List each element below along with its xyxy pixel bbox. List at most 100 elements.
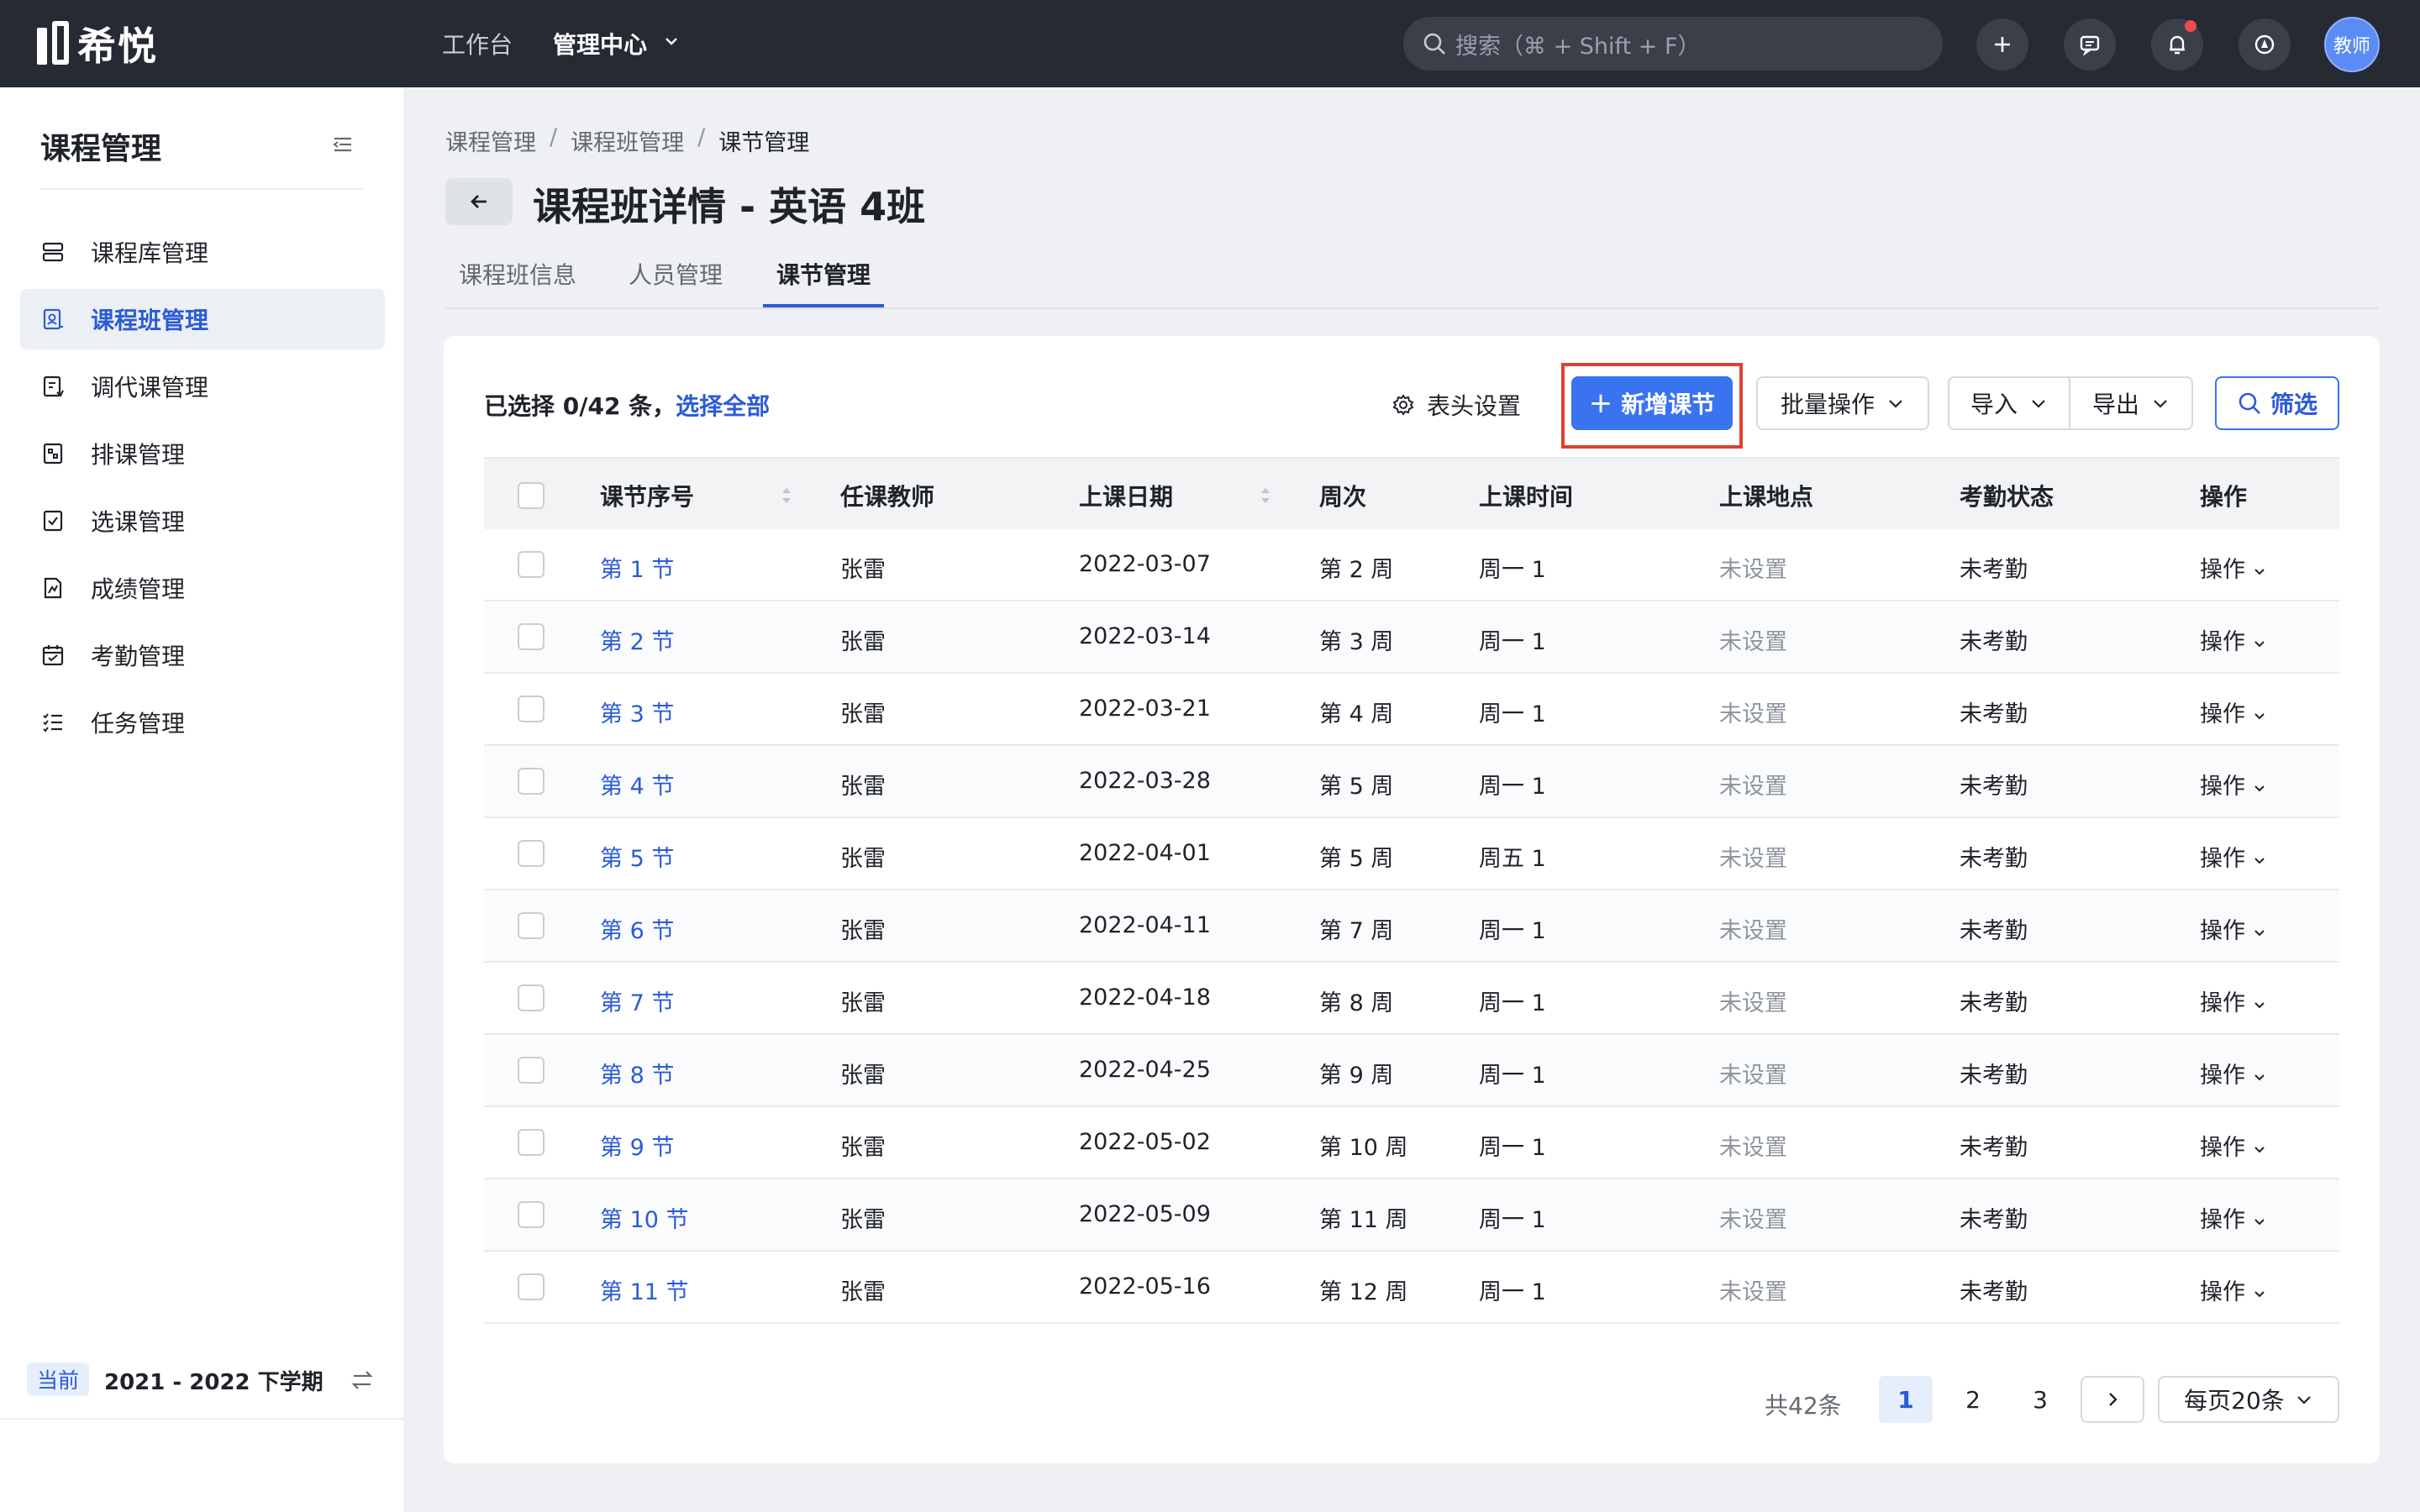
- action-dropdown[interactable]: 操作: [2200, 696, 2267, 728]
- teacher-cell: 张雷: [840, 1135, 886, 1161]
- notification-dot: [2185, 20, 2196, 32]
- action-dropdown[interactable]: 操作: [2200, 1273, 2267, 1306]
- lesson-number-link[interactable]: 第 4 节: [600, 768, 674, 801]
- chevron-right-icon: [2109, 1393, 2118, 1406]
- nav-management-center[interactable]: 管理中心: [553, 27, 647, 60]
- switch-term-icon[interactable]: [350, 1368, 375, 1393]
- column-header-attendance: 考勤状态: [1960, 483, 2054, 511]
- sidebar-item-grades[interactable]: 成绩管理: [20, 558, 385, 618]
- action-dropdown[interactable]: 操作: [2200, 840, 2267, 873]
- lesson-number-link[interactable]: 第 10 节: [600, 1201, 689, 1234]
- row-checkbox[interactable]: [518, 551, 544, 578]
- tab-class-info[interactable]: 课程班信息: [459, 257, 576, 291]
- lesson-number-link[interactable]: 第 11 节: [600, 1273, 689, 1306]
- back-button[interactable]: [445, 178, 513, 225]
- library-icon: [42, 242, 64, 262]
- sidebar-title: 课程管理: [40, 132, 162, 166]
- column-header-week: 周次: [1319, 483, 1367, 511]
- action-dropdown[interactable]: 操作: [2200, 1129, 2267, 1162]
- action-dropdown[interactable]: 操作: [2200, 1201, 2267, 1234]
- sidebar-item-class[interactable]: 课程班管理: [20, 289, 385, 349]
- sidebar-item-selection[interactable]: 选课管理: [20, 491, 385, 551]
- row-checkbox[interactable]: [518, 984, 544, 1011]
- page-1-button[interactable]: 1: [1879, 1376, 1933, 1423]
- attendance-cell: 未考勤: [1960, 990, 2028, 1016]
- notifications-button[interactable]: [2151, 18, 2203, 71]
- location-cell: 未设置: [1719, 629, 1787, 655]
- row-checkbox[interactable]: [518, 840, 544, 867]
- row-checkbox[interactable]: [518, 1057, 544, 1084]
- action-dropdown[interactable]: 操作: [2200, 912, 2267, 945]
- time-cell: 周一 1: [1479, 557, 1546, 583]
- action-dropdown[interactable]: 操作: [2200, 1057, 2267, 1089]
- chevron-down-icon: [2254, 712, 2265, 719]
- filter-button[interactable]: 筛选: [2215, 376, 2339, 430]
- lesson-number-link[interactable]: 第 8 节: [600, 1057, 674, 1089]
- divider: [0, 1418, 403, 1420]
- location-cell: 未设置: [1719, 846, 1787, 872]
- location-cell: 未设置: [1719, 557, 1787, 583]
- page-2-button[interactable]: 2: [1946, 1376, 2000, 1423]
- date-cell: 2022-03-21: [1079, 696, 1211, 722]
- header-settings-button[interactable]: 表头设置: [1392, 388, 1521, 422]
- messages-button[interactable]: [2064, 18, 2116, 71]
- row-checkbox[interactable]: [518, 623, 544, 650]
- search-input[interactable]: 搜索（⌘ + Shift + F）: [1403, 17, 1943, 71]
- export-button[interactable]: 导出: [2069, 376, 2193, 430]
- action-dropdown[interactable]: 操作: [2200, 623, 2267, 656]
- add-lesson-button[interactable]: + 新增课节: [1571, 376, 1733, 430]
- select-icon: [43, 510, 63, 532]
- teacher-cell: 张雷: [840, 1207, 886, 1233]
- lesson-number-link[interactable]: 第 6 节: [600, 912, 674, 945]
- avatar[interactable]: 教师: [2324, 17, 2380, 72]
- chevron-down-icon: [2254, 1074, 2265, 1080]
- batch-operations-button[interactable]: 批量操作: [1756, 376, 1929, 430]
- row-checkbox[interactable]: [518, 1201, 544, 1228]
- tab-indicator: [763, 304, 884, 307]
- table-row: 第 9 节 张雷 2022-05-02 第 10 周 周一 1 未设置 未考勤 操作: [484, 1107, 2339, 1179]
- tab-lessons[interactable]: 课节管理: [776, 257, 871, 291]
- teacher-cell: 张雷: [840, 701, 886, 727]
- chevron-down-icon[interactable]: [664, 34, 679, 49]
- row-checkbox[interactable]: [518, 696, 544, 722]
- breadcrumb-separator: /: [550, 124, 558, 150]
- lesson-number-link[interactable]: 第 3 节: [600, 696, 674, 728]
- apps-button[interactable]: [2238, 18, 2291, 71]
- lesson-number-link[interactable]: 第 2 节: [600, 623, 674, 656]
- sidebar-item-substitute[interactable]: 调代课管理: [20, 356, 385, 417]
- date-cell: 2022-05-16: [1079, 1273, 1211, 1299]
- sidebar-item-scheduling[interactable]: 排课管理: [20, 423, 385, 484]
- select-all-checkbox[interactable]: [518, 482, 544, 509]
- row-checkbox[interactable]: [518, 768, 544, 795]
- row-checkbox[interactable]: [518, 1273, 544, 1300]
- import-button[interactable]: 导入: [1948, 376, 2070, 430]
- nav-workbench[interactable]: 工作台: [442, 27, 513, 60]
- logo[interactable]: 希悦: [37, 18, 158, 69]
- tab-people[interactable]: 人员管理: [629, 257, 723, 291]
- page-size-select[interactable]: 每页20条: [2158, 1376, 2339, 1423]
- lesson-number-link[interactable]: 第 5 节: [600, 840, 674, 873]
- action-dropdown[interactable]: 操作: [2200, 551, 2267, 584]
- collapse-icon[interactable]: [331, 133, 355, 156]
- sidebar-item-tasks[interactable]: 任务管理: [20, 692, 385, 753]
- page-3-button[interactable]: 3: [2013, 1376, 2067, 1423]
- lesson-number-link[interactable]: 第 1 节: [600, 551, 674, 584]
- row-checkbox[interactable]: [518, 912, 544, 939]
- lesson-number-link[interactable]: 第 9 节: [600, 1129, 674, 1162]
- lesson-number-link[interactable]: 第 7 节: [600, 984, 674, 1017]
- action-dropdown[interactable]: 操作: [2200, 984, 2267, 1017]
- breadcrumb-class[interactable]: 课程班管理: [571, 124, 684, 157]
- breadcrumb-course[interactable]: 课程管理: [445, 124, 536, 157]
- next-page-button[interactable]: [2081, 1376, 2144, 1423]
- action-dropdown[interactable]: 操作: [2200, 768, 2267, 801]
- select-all-link[interactable]: 选择全部: [676, 392, 770, 420]
- sidebar-item-library[interactable]: 课程库管理: [20, 222, 385, 282]
- sidebar-item-attendance[interactable]: 考勤管理: [20, 625, 385, 685]
- row-checkbox[interactable]: [518, 1129, 544, 1156]
- sidebar: 课程管理 课程库管理 课程班管理 调代课管理 排课管理 选课管理 成绩管理 考勤…: [0, 87, 403, 1512]
- create-button[interactable]: [1976, 18, 2028, 71]
- column-header-action: 操作: [2200, 483, 2248, 511]
- sort-icon[interactable]: [1259, 484, 1272, 507]
- sort-icon[interactable]: [780, 484, 793, 507]
- chevron-down-icon: [2254, 568, 2265, 575]
